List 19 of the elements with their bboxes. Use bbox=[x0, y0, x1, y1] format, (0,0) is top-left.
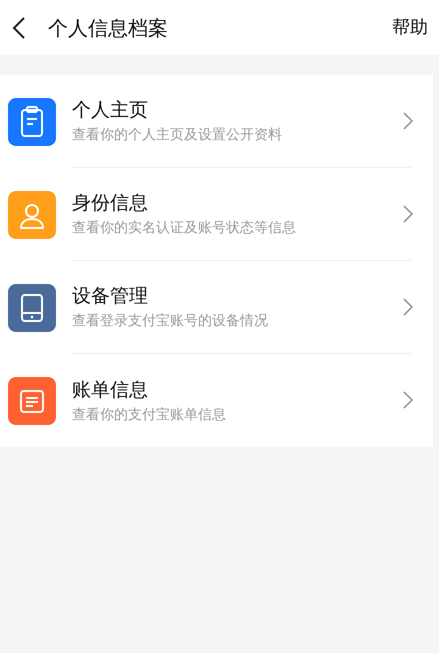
chevron-icon bbox=[403, 112, 413, 130]
item-title: 个人主页 bbox=[72, 98, 148, 123]
item-subtitle: 查看你的支付宝账单信息 bbox=[72, 406, 226, 424]
list-item[interactable]: 身份信息 查看你的实名认证及账号状态等信息 bbox=[0, 168, 433, 261]
chevron-icon bbox=[403, 391, 413, 409]
chevron-icon bbox=[403, 205, 413, 223]
item-title: 账单信息 bbox=[72, 378, 148, 402]
item-subtitle: 查看你的实名认证及账号状态等信息 bbox=[72, 219, 296, 238]
item-subtitle: 查看你的个人主页及设置公开资料 bbox=[72, 126, 282, 145]
back-icon[interactable] bbox=[12, 16, 26, 40]
item-title: 身份信息 bbox=[72, 191, 148, 216]
help-button[interactable]: 帮助 bbox=[392, 14, 428, 41]
chevron-icon bbox=[403, 298, 413, 316]
item-title: 设备管理 bbox=[72, 284, 148, 309]
item-subtitle: 查看登录支付宝账号的设备情况 bbox=[72, 312, 268, 331]
list-item[interactable]: 设备管理 查看登录支付宝账号的设备情况 bbox=[0, 261, 433, 354]
list-item[interactable]: 个人主页 查看你的个人主页及设置公开资料 bbox=[0, 75, 433, 168]
page-title: 个人信息档案 bbox=[48, 14, 168, 42]
list-item[interactable]: 账单信息 查看你的支付宝账单信息 bbox=[0, 354, 433, 447]
